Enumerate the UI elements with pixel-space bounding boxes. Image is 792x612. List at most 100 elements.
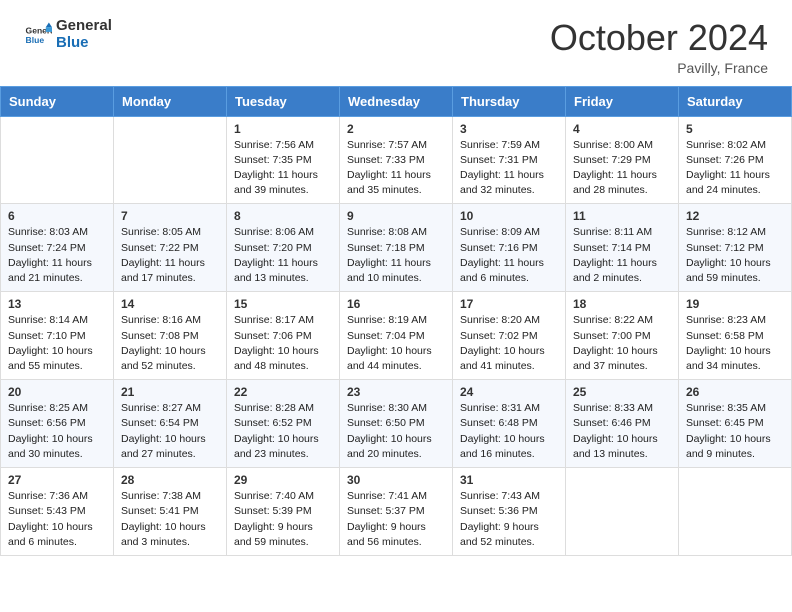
day-info: Sunrise: 8:09 AM Sunset: 7:16 PM Dayligh… xyxy=(460,225,558,286)
day-number: 20 xyxy=(8,385,106,399)
day-number: 31 xyxy=(460,473,558,487)
day-of-week-header: Friday xyxy=(566,86,679,116)
day-number: 7 xyxy=(121,209,219,223)
calendar-cell: 6Sunrise: 8:03 AM Sunset: 7:24 PM Daylig… xyxy=(1,204,114,292)
day-number: 13 xyxy=(8,297,106,311)
day-number: 6 xyxy=(8,209,106,223)
logo-blue: Blue xyxy=(56,35,112,52)
day-info: Sunrise: 8:14 AM Sunset: 7:10 PM Dayligh… xyxy=(8,313,106,374)
calendar-cell: 11Sunrise: 8:11 AM Sunset: 7:14 PM Dayli… xyxy=(566,204,679,292)
calendar-cell: 7 Sunrise: 8:05 AM Sunset: 7:22 PM Daylig… xyxy=(114,204,227,292)
calendar-week-row: 13 Sunrise: 8:14 AM Sunset: 7:10 PM Dayli… xyxy=(1,292,792,380)
day-info: Sunrise: 8:20 AM Sunset: 7:02 PM Dayligh… xyxy=(460,313,558,374)
day-number: 8 xyxy=(234,209,332,223)
day-info: Sunrise: 8:30 AM Sunset: 6:50 PM Dayligh… xyxy=(347,401,445,462)
calendar-cell: 29 Sunrise: 7:40 AM Sunset: 5:39 PM Dayli… xyxy=(227,468,340,556)
day-number: 3 xyxy=(460,122,558,136)
calendar-cell: 10 Sunrise: 8:09 AM Sunset: 7:16 PM Dayli… xyxy=(453,204,566,292)
day-number: 19 xyxy=(686,297,784,311)
calendar-week-row: 6Sunrise: 8:03 AM Sunset: 7:24 PM Daylig… xyxy=(1,204,792,292)
day-number: 29 xyxy=(234,473,332,487)
day-of-week-header: Saturday xyxy=(679,86,792,116)
calendar-week-row: 20 Sunrise: 8:25 AM Sunset: 6:56 PM Dayli… xyxy=(1,380,792,468)
calendar-cell: 28 Sunrise: 7:38 AM Sunset: 5:41 PM Dayli… xyxy=(114,468,227,556)
day-info: Sunrise: 8:06 AM Sunset: 7:20 PM Dayligh… xyxy=(234,225,332,286)
day-info: Sunrise: 8:35 AM Sunset: 6:45 PM Dayligh… xyxy=(686,401,784,462)
calendar-cell: 8 Sunrise: 8:06 AM Sunset: 7:20 PM Daylig… xyxy=(227,204,340,292)
calendar-cell xyxy=(1,116,114,204)
day-number: 21 xyxy=(121,385,219,399)
calendar-cell: 13 Sunrise: 8:14 AM Sunset: 7:10 PM Dayli… xyxy=(1,292,114,380)
logo-general: General xyxy=(56,18,112,35)
calendar-week-row: 27 Sunrise: 7:36 AM Sunset: 5:43 PM Dayli… xyxy=(1,468,792,556)
calendar-cell: 25 Sunrise: 8:33 AM Sunset: 6:46 PM Dayli… xyxy=(566,380,679,468)
day-number: 14 xyxy=(121,297,219,311)
day-number: 28 xyxy=(121,473,219,487)
month-title: October 2024 xyxy=(550,18,768,58)
calendar-cell: 30 Sunrise: 7:41 AM Sunset: 5:37 PM Dayli… xyxy=(340,468,453,556)
calendar-cell: 26Sunrise: 8:35 AM Sunset: 6:45 PM Dayli… xyxy=(679,380,792,468)
day-info: Sunrise: 7:40 AM Sunset: 5:39 PM Dayligh… xyxy=(234,489,332,550)
day-info: Sunrise: 7:56 AM Sunset: 7:35 PM Dayligh… xyxy=(234,138,332,199)
day-number: 22 xyxy=(234,385,332,399)
day-number: 9 xyxy=(347,209,445,223)
day-of-week-header: Wednesday xyxy=(340,86,453,116)
header: General Blue General Blue October 2024 P… xyxy=(0,0,792,86)
calendar-cell: 23 Sunrise: 8:30 AM Sunset: 6:50 PM Dayli… xyxy=(340,380,453,468)
title-block: October 2024 Pavilly, France xyxy=(550,18,768,76)
calendar-cell: 3 Sunrise: 7:59 AM Sunset: 7:31 PM Daylig… xyxy=(453,116,566,204)
calendar-cell: 14 Sunrise: 8:16 AM Sunset: 7:08 PM Dayli… xyxy=(114,292,227,380)
day-info: Sunrise: 8:33 AM Sunset: 6:46 PM Dayligh… xyxy=(573,401,671,462)
calendar-cell: 17Sunrise: 8:20 AM Sunset: 7:02 PM Dayli… xyxy=(453,292,566,380)
day-info: Sunrise: 7:41 AM Sunset: 5:37 PM Dayligh… xyxy=(347,489,445,550)
calendar-cell: 20 Sunrise: 8:25 AM Sunset: 6:56 PM Dayli… xyxy=(1,380,114,468)
day-info: Sunrise: 8:19 AM Sunset: 7:04 PM Dayligh… xyxy=(347,313,445,374)
day-of-week-header: Monday xyxy=(114,86,227,116)
day-number: 12 xyxy=(686,209,784,223)
calendar-cell: 5 Sunrise: 8:02 AM Sunset: 7:26 PM Daylig… xyxy=(679,116,792,204)
day-number: 27 xyxy=(8,473,106,487)
svg-text:Blue: Blue xyxy=(26,34,45,44)
calendar-cell: 21 Sunrise: 8:27 AM Sunset: 6:54 PM Dayli… xyxy=(114,380,227,468)
calendar-cell: 9 Sunrise: 8:08 AM Sunset: 7:18 PM Daylig… xyxy=(340,204,453,292)
day-number: 25 xyxy=(573,385,671,399)
day-number: 10 xyxy=(460,209,558,223)
calendar-cell xyxy=(679,468,792,556)
day-number: 30 xyxy=(347,473,445,487)
day-info: Sunrise: 8:08 AM Sunset: 7:18 PM Dayligh… xyxy=(347,225,445,286)
calendar-cell: 2Sunrise: 7:57 AM Sunset: 7:33 PM Daylig… xyxy=(340,116,453,204)
day-number: 16 xyxy=(347,297,445,311)
day-info: Sunrise: 8:31 AM Sunset: 6:48 PM Dayligh… xyxy=(460,401,558,462)
calendar: SundayMondayTuesdayWednesdayThursdayFrid… xyxy=(0,86,792,556)
day-info: Sunrise: 7:36 AM Sunset: 5:43 PM Dayligh… xyxy=(8,489,106,550)
day-info: Sunrise: 8:12 AM Sunset: 7:12 PM Dayligh… xyxy=(686,225,784,286)
day-info: Sunrise: 7:38 AM Sunset: 5:41 PM Dayligh… xyxy=(121,489,219,550)
day-number: 15 xyxy=(234,297,332,311)
day-info: Sunrise: 8:27 AM Sunset: 6:54 PM Dayligh… xyxy=(121,401,219,462)
day-info: Sunrise: 7:43 AM Sunset: 5:36 PM Dayligh… xyxy=(460,489,558,550)
day-info: Sunrise: 8:22 AM Sunset: 7:00 PM Dayligh… xyxy=(573,313,671,374)
day-number: 23 xyxy=(347,385,445,399)
day-number: 24 xyxy=(460,385,558,399)
calendar-cell xyxy=(114,116,227,204)
calendar-cell: 24 Sunrise: 8:31 AM Sunset: 6:48 PM Dayli… xyxy=(453,380,566,468)
day-number: 11 xyxy=(573,209,671,223)
calendar-cell: 16 Sunrise: 8:19 AM Sunset: 7:04 PM Dayli… xyxy=(340,292,453,380)
day-info: Sunrise: 8:05 AM Sunset: 7:22 PM Dayligh… xyxy=(121,225,219,286)
day-of-week-header: Sunday xyxy=(1,86,114,116)
day-of-week-header: Thursday xyxy=(453,86,566,116)
calendar-cell: 19 Sunrise: 8:23 AM Sunset: 6:58 PM Dayli… xyxy=(679,292,792,380)
day-info: Sunrise: 8:02 AM Sunset: 7:26 PM Dayligh… xyxy=(686,138,784,199)
calendar-cell: 12 Sunrise: 8:12 AM Sunset: 7:12 PM Dayli… xyxy=(679,204,792,292)
day-number: 5 xyxy=(686,122,784,136)
day-info: Sunrise: 7:59 AM Sunset: 7:31 PM Dayligh… xyxy=(460,138,558,199)
day-info: Sunrise: 8:23 AM Sunset: 6:58 PM Dayligh… xyxy=(686,313,784,374)
day-of-week-header: Tuesday xyxy=(227,86,340,116)
day-info: Sunrise: 8:16 AM Sunset: 7:08 PM Dayligh… xyxy=(121,313,219,374)
calendar-cell: 18Sunrise: 8:22 AM Sunset: 7:00 PM Dayli… xyxy=(566,292,679,380)
calendar-cell: 1Sunrise: 7:56 AM Sunset: 7:35 PM Daylig… xyxy=(227,116,340,204)
calendar-cell: 15Sunrise: 8:17 AM Sunset: 7:06 PM Dayli… xyxy=(227,292,340,380)
day-info: Sunrise: 8:25 AM Sunset: 6:56 PM Dayligh… xyxy=(8,401,106,462)
calendar-cell: 27 Sunrise: 7:36 AM Sunset: 5:43 PM Dayli… xyxy=(1,468,114,556)
day-number: 4 xyxy=(573,122,671,136)
